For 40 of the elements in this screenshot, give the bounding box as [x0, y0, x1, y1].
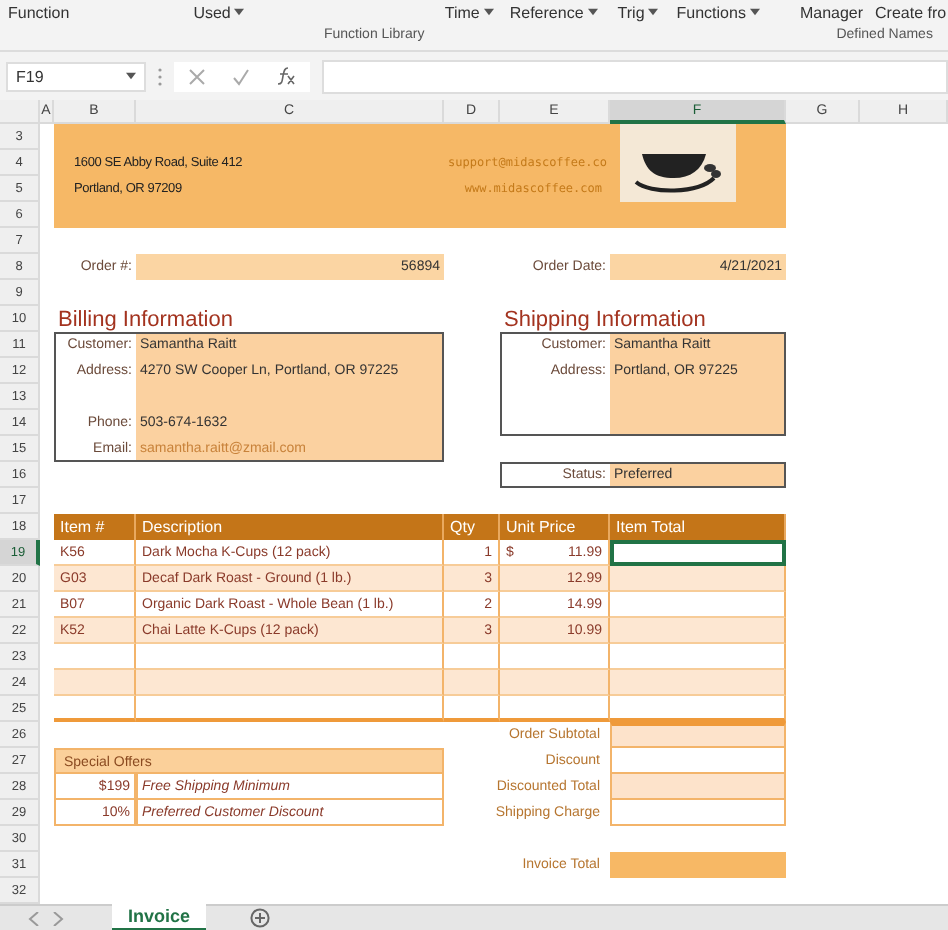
- table-cell: [444, 696, 500, 722]
- ribbon-command[interactable]: Function: [8, 3, 70, 21]
- table-cell: [54, 644, 136, 670]
- next-sheet-icon[interactable]: [52, 911, 64, 925]
- table-cell: [54, 696, 136, 722]
- sheet-tab[interactable]: Invoice: [112, 904, 207, 930]
- formula-input[interactable]: [322, 59, 948, 93]
- table-cell: [54, 670, 136, 696]
- table-cell: [444, 644, 500, 670]
- column-heading: Description: [136, 514, 444, 540]
- table-cell[interactable]: [610, 566, 786, 592]
- column-heading: Item Total: [610, 514, 786, 540]
- caret-icon: [126, 72, 136, 80]
- section-title: Shipping Information: [502, 308, 708, 332]
- section-title: Billing Information: [56, 308, 235, 332]
- name-box[interactable]: F19: [6, 61, 146, 91]
- cell-reference: F19: [16, 67, 44, 85]
- table-cell[interactable]: [610, 540, 786, 566]
- function-icon[interactable]: [276, 66, 297, 86]
- ribbon-command[interactable]: Trig: [617, 3, 659, 21]
- table-cell: [500, 670, 610, 696]
- previous-sheet-icon[interactable]: [28, 911, 40, 925]
- ribbon-command[interactable]: Used: [193, 3, 245, 21]
- cancel-icon[interactable]: [187, 67, 206, 85]
- column-heading: Unit Price: [500, 514, 610, 540]
- select-all-corner[interactable]: [0, 100, 40, 124]
- ribbon-command[interactable]: Time: [444, 3, 494, 21]
- column-heading: Item #: [54, 514, 136, 540]
- table-cell: [500, 696, 610, 722]
- column-heading: Qty: [444, 514, 500, 540]
- table-cell[interactable]: [610, 618, 786, 644]
- ribbon-command[interactable]: Reference: [509, 3, 598, 21]
- table-cell[interactable]: [610, 592, 786, 618]
- ribbon-command[interactable]: Create fro: [875, 3, 947, 21]
- table-cell: [444, 670, 500, 696]
- ribbon-command[interactable]: Functions: [676, 3, 760, 21]
- check-icon[interactable]: [231, 67, 250, 85]
- coffee-cup-icon: [634, 150, 722, 198]
- add-sheet-icon[interactable]: [250, 908, 271, 928]
- ribbon-command[interactable]: Manager: [799, 3, 864, 21]
